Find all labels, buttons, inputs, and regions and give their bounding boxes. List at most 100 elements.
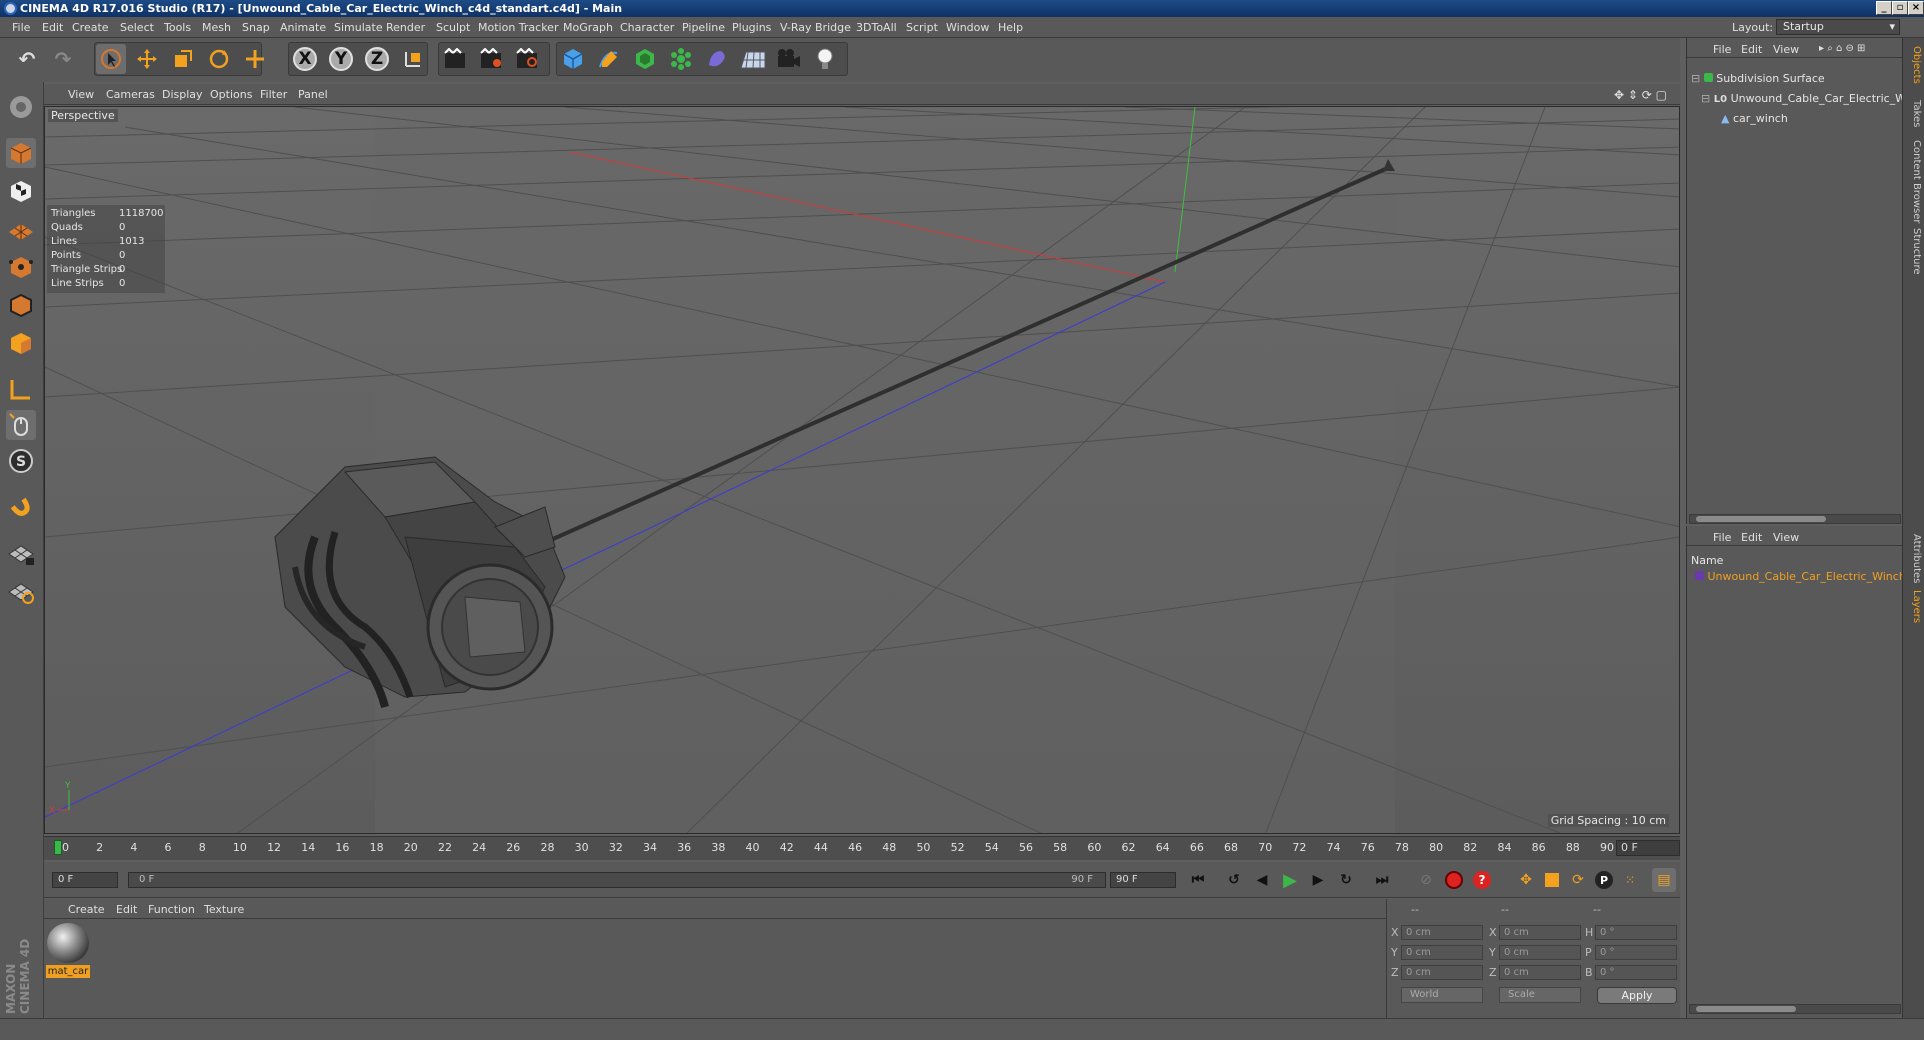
layout-select[interactable]: Startup bbox=[1776, 19, 1900, 35]
axis-y-button[interactable]: Y bbox=[326, 44, 356, 74]
live-selection-icon[interactable] bbox=[96, 44, 126, 74]
scrollbar-thumb[interactable] bbox=[1696, 1006, 1796, 1012]
menu-window[interactable]: Window bbox=[946, 21, 989, 34]
menu-mesh[interactable]: Mesh bbox=[202, 21, 231, 34]
undo-icon[interactable]: ↶ bbox=[12, 44, 42, 74]
viewport-menu-filter[interactable]: Filter bbox=[260, 88, 287, 101]
coordinate-space-select[interactable]: World bbox=[1401, 987, 1483, 1003]
layer-manager-scrollbar[interactable] bbox=[1689, 1004, 1901, 1014]
viewport-menu-display[interactable]: Display bbox=[162, 88, 203, 101]
transform-icon[interactable] bbox=[240, 44, 270, 74]
render-view-icon[interactable] bbox=[440, 44, 470, 74]
layer-row[interactable]: Unwound_Cable_Car_Electric_Winch bbox=[1695, 570, 1906, 583]
layer-menu-view[interactable]: View bbox=[1773, 531, 1799, 544]
solo-icon[interactable]: S bbox=[6, 446, 36, 476]
previous-frame-icon[interactable]: ◀ bbox=[1250, 868, 1274, 892]
current-frame-field[interactable]: 0 F bbox=[1616, 840, 1680, 856]
material-menu-edit[interactable]: Edit bbox=[116, 903, 137, 916]
play-icon[interactable]: ▶ bbox=[1278, 868, 1302, 892]
workplane-icon[interactable] bbox=[6, 214, 36, 244]
record-keys-icon[interactable]: ⊘ bbox=[1414, 868, 1438, 892]
texture-mode-icon[interactable] bbox=[6, 176, 36, 206]
menu-motion-tracker[interactable]: Motion Tracker bbox=[478, 21, 558, 34]
object-menu-edit[interactable]: Edit bbox=[1741, 43, 1762, 56]
tab-attributes[interactable]: Attributes bbox=[1906, 534, 1922, 583]
frame-range-slider[interactable]: 0 F 90 F bbox=[128, 872, 1106, 888]
object-row-null[interactable]: ⊟ L0 Unwound_Cable_Car_Electric_Winc bbox=[1701, 92, 1922, 105]
key-position-icon[interactable]: ✥ bbox=[1514, 868, 1538, 892]
object-menu-view[interactable]: View bbox=[1773, 43, 1799, 56]
size-z-field[interactable]: 0 cm bbox=[1499, 965, 1581, 980]
menu-3dtoall[interactable]: 3DToAll bbox=[856, 21, 897, 34]
menu-tools[interactable]: Tools bbox=[164, 21, 191, 34]
menu-render[interactable]: Render bbox=[386, 21, 425, 34]
menu-snap[interactable]: Snap bbox=[242, 21, 270, 34]
snapping-icon[interactable] bbox=[6, 492, 36, 522]
rotation-p-field[interactable]: 0 ° bbox=[1595, 945, 1677, 960]
redo-icon[interactable]: ↷ bbox=[48, 44, 78, 74]
menu-help[interactable]: Help bbox=[998, 21, 1023, 34]
material-menu-create[interactable]: Create bbox=[68, 903, 105, 916]
key-parameter-icon[interactable]: P bbox=[1592, 868, 1616, 892]
position-z-field[interactable]: 0 cm bbox=[1401, 965, 1483, 980]
locked-workplane-icon[interactable] bbox=[6, 538, 36, 568]
cloner-icon[interactable] bbox=[666, 44, 696, 74]
key-rotation-icon[interactable]: ⟳ bbox=[1566, 868, 1590, 892]
scrollbar-thumb[interactable] bbox=[1696, 516, 1826, 522]
tweak-mode-icon[interactable] bbox=[6, 410, 36, 440]
viewport-menu-cameras[interactable]: Cameras bbox=[106, 88, 155, 101]
axis-mode-icon[interactable] bbox=[6, 374, 36, 404]
object-menu-file[interactable]: File bbox=[1713, 43, 1731, 56]
tab-structure[interactable]: Structure bbox=[1906, 228, 1922, 275]
viewport-camera-label[interactable]: Perspective bbox=[48, 109, 118, 122]
rotation-b-field[interactable]: 0 ° bbox=[1595, 965, 1677, 980]
next-frame-icon[interactable]: ▶ bbox=[1306, 868, 1330, 892]
render-settings-icon[interactable] bbox=[512, 44, 542, 74]
minimize-button[interactable]: _ bbox=[1876, 1, 1892, 15]
timeline-window-icon[interactable]: ▤ bbox=[1652, 868, 1676, 892]
keyframe-selection-icon[interactable]: ? bbox=[1470, 868, 1494, 892]
size-x-field[interactable]: 0 cm bbox=[1499, 925, 1581, 940]
object-row-car-winch[interactable]: ▲ car_winch bbox=[1721, 112, 1788, 125]
layer-menu-file[interactable]: File bbox=[1713, 531, 1731, 544]
material-menu-texture[interactable]: Texture bbox=[204, 903, 244, 916]
tab-layers[interactable]: Layers bbox=[1906, 590, 1922, 623]
next-key-icon[interactable]: ↻ bbox=[1334, 868, 1358, 892]
position-y-field[interactable]: 0 cm bbox=[1401, 945, 1483, 960]
planar-workplane-icon[interactable] bbox=[6, 576, 36, 606]
tab-takes[interactable]: Takes bbox=[1906, 100, 1922, 127]
coordinate-system-icon[interactable] bbox=[398, 44, 428, 74]
menu-sculpt[interactable]: Sculpt bbox=[436, 21, 470, 34]
tab-objects[interactable]: Objects bbox=[1906, 46, 1922, 84]
menu-edit[interactable]: Edit bbox=[42, 21, 63, 34]
apply-button[interactable]: Apply bbox=[1597, 987, 1677, 1004]
end-frame-field[interactable]: 90 F bbox=[1110, 872, 1176, 888]
menu-mograph[interactable]: MoGraph bbox=[563, 21, 613, 34]
floor-icon[interactable] bbox=[738, 44, 768, 74]
perspective-viewport[interactable]: Y X Perspective Triangles 1118700 Quads 0 … bbox=[44, 106, 1680, 834]
key-scale-icon[interactable] bbox=[1540, 868, 1564, 892]
maximize-button[interactable]: ▫ bbox=[1892, 1, 1908, 15]
menu-animate[interactable]: Animate bbox=[280, 21, 326, 34]
close-button[interactable]: × bbox=[1908, 1, 1924, 15]
menu-character[interactable]: Character bbox=[620, 21, 674, 34]
position-x-field[interactable]: 0 cm bbox=[1401, 925, 1483, 940]
move-icon[interactable] bbox=[132, 44, 162, 74]
menu-create[interactable]: Create bbox=[72, 21, 109, 34]
tab-content-browser[interactable]: Content Browser bbox=[1906, 140, 1922, 223]
material-name[interactable]: mat_car bbox=[46, 965, 90, 978]
material-preview-ball[interactable] bbox=[47, 923, 89, 963]
make-editable-icon[interactable] bbox=[6, 92, 36, 122]
scale-icon[interactable] bbox=[168, 44, 198, 74]
go-to-start-icon[interactable]: ⏮ bbox=[1186, 868, 1210, 892]
autokey-icon[interactable] bbox=[1442, 868, 1466, 892]
pen-spline-icon[interactable] bbox=[594, 44, 624, 74]
points-mode-icon[interactable] bbox=[6, 252, 36, 282]
size-mode-select[interactable]: Scale bbox=[1499, 987, 1581, 1003]
layer-menu-edit[interactable]: Edit bbox=[1741, 531, 1762, 544]
object-manager-tools-icons[interactable]: ▸ ⌕ ⌂ ⊖ ⊞ bbox=[1819, 43, 1865, 54]
viewport-nav-icons[interactable]: ✥ ⇕ ⟳ ▢ bbox=[1614, 88, 1667, 102]
render-to-picture-viewer-icon[interactable] bbox=[476, 44, 506, 74]
viewport-menu-panel[interactable]: Panel bbox=[298, 88, 328, 101]
menu-simulate[interactable]: Simulate bbox=[334, 21, 383, 34]
